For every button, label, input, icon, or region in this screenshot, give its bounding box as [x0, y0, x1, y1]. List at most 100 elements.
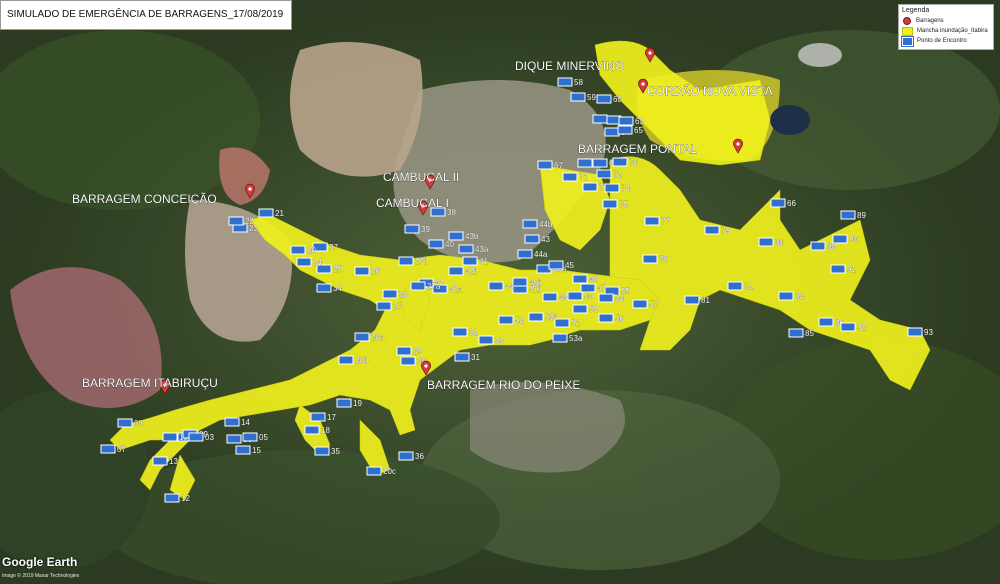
- meeting-point-icon[interactable]: [162, 432, 178, 442]
- meeting-point-marker[interactable]: 03: [188, 432, 215, 442]
- meeting-point-icon[interactable]: [537, 160, 553, 170]
- meeting-point-marker[interactable]: 67: [537, 160, 564, 170]
- meeting-point-icon[interactable]: [592, 114, 608, 124]
- meeting-point-marker[interactable]: 22: [228, 216, 255, 226]
- meeting-point-marker[interactable]: 14: [224, 417, 251, 427]
- meeting-point-icon[interactable]: [562, 172, 578, 182]
- meeting-point-marker[interactable]: 70: [612, 157, 639, 167]
- meeting-point-icon[interactable]: [448, 231, 464, 241]
- meeting-point-marker[interactable]: 79: [704, 225, 731, 235]
- meeting-point-marker[interactable]: 28: [382, 289, 409, 299]
- meeting-point-marker[interactable]: 35: [314, 446, 341, 456]
- meeting-point-icon[interactable]: [498, 315, 514, 325]
- meeting-point-icon[interactable]: [778, 291, 794, 301]
- meeting-point-icon[interactable]: [542, 292, 558, 302]
- meeting-point-marker[interactable]: 08: [117, 418, 144, 428]
- meeting-point-marker[interactable]: 54: [598, 293, 625, 303]
- meeting-point-icon[interactable]: [612, 157, 628, 167]
- meeting-point-icon[interactable]: [832, 234, 848, 244]
- meeting-point-icon[interactable]: [598, 313, 614, 323]
- meeting-point-icon[interactable]: [727, 281, 743, 291]
- meeting-point-marker[interactable]: 18: [304, 425, 331, 435]
- meeting-point-marker[interactable]: 43: [524, 234, 551, 244]
- meeting-point-icon[interactable]: [226, 434, 242, 444]
- meeting-point-icon[interactable]: [522, 219, 538, 229]
- meeting-point-icon[interactable]: [316, 283, 332, 293]
- meeting-point-marker[interactable]: 45: [548, 260, 575, 270]
- meeting-point-marker[interactable]: 92: [840, 322, 867, 332]
- meeting-point-marker[interactable]: 34: [316, 283, 343, 293]
- meeting-point-marker[interactable]: 40: [428, 239, 455, 249]
- meeting-point-marker[interactable]: 93: [907, 327, 934, 337]
- meeting-point-icon[interactable]: [758, 237, 774, 247]
- meeting-point-icon[interactable]: [907, 327, 923, 337]
- meeting-point-icon[interactable]: [452, 327, 468, 337]
- meeting-point-icon[interactable]: [376, 301, 392, 311]
- meeting-point-icon[interactable]: [572, 304, 588, 314]
- meeting-point-icon[interactable]: [618, 116, 634, 126]
- meeting-point-marker[interactable]: 57: [632, 299, 659, 309]
- meeting-point-marker[interactable]: 27: [376, 301, 403, 311]
- meeting-point-icon[interactable]: [396, 346, 412, 356]
- meeting-point-marker[interactable]: 15: [235, 445, 262, 455]
- meeting-point-marker[interactable]: 75: [602, 199, 629, 209]
- meeting-point-marker[interactable]: 47: [580, 283, 607, 293]
- meeting-point-icon[interactable]: [598, 293, 614, 303]
- meeting-point-icon[interactable]: [228, 216, 244, 226]
- meeting-point-icon[interactable]: [462, 256, 478, 266]
- meeting-point-icon[interactable]: [152, 456, 168, 466]
- meeting-point-marker[interactable]: 20: [290, 245, 317, 255]
- meeting-point-icon[interactable]: [592, 158, 608, 168]
- meeting-point-icon[interactable]: [310, 412, 326, 422]
- meeting-point-marker[interactable]: 33: [478, 335, 505, 345]
- meeting-point-icon[interactable]: [398, 451, 414, 461]
- meeting-point-icon[interactable]: [290, 245, 306, 255]
- meeting-point-icon[interactable]: [454, 352, 470, 362]
- meeting-point-icon[interactable]: [398, 256, 414, 266]
- meeting-point-marker[interactable]: 20c: [366, 466, 396, 476]
- meeting-point-icon[interactable]: [296, 257, 312, 267]
- meeting-point-marker[interactable]: 80: [758, 237, 785, 247]
- meeting-point-marker[interactable]: 31: [454, 352, 481, 362]
- meeting-point-icon[interactable]: [604, 127, 620, 137]
- meeting-point-icon[interactable]: [512, 277, 528, 287]
- meeting-point-icon[interactable]: [570, 92, 586, 102]
- meeting-point-marker[interactable]: 49: [542, 292, 569, 302]
- meeting-point-marker[interactable]: 71: [562, 172, 589, 182]
- meeting-point-icon[interactable]: [400, 356, 416, 366]
- meeting-point-marker[interactable]: 82: [727, 281, 754, 291]
- meeting-point-icon[interactable]: [164, 493, 180, 503]
- meeting-point-icon[interactable]: [488, 281, 504, 291]
- meeting-point-marker[interactable]: 66: [770, 198, 797, 208]
- meeting-point-marker[interactable]: 85: [788, 328, 815, 338]
- meeting-point-icon[interactable]: [100, 444, 116, 454]
- meeting-point-icon[interactable]: [117, 418, 133, 428]
- meeting-point-marker[interactable]: 52: [498, 315, 525, 325]
- meeting-point-marker[interactable]: 51: [554, 318, 581, 328]
- meeting-point-icon[interactable]: [810, 241, 826, 251]
- meeting-point-marker[interactable]: 74: [604, 183, 631, 193]
- meeting-point-icon[interactable]: [788, 328, 804, 338]
- meeting-point-icon[interactable]: [242, 432, 258, 442]
- meeting-point-icon[interactable]: [552, 333, 568, 343]
- meeting-point-icon[interactable]: [548, 260, 564, 270]
- meeting-point-marker[interactable]: 41: [462, 256, 489, 266]
- meeting-point-icon[interactable]: [524, 234, 540, 244]
- meeting-point-icon[interactable]: [567, 291, 583, 301]
- meeting-point-icon[interactable]: [582, 182, 598, 192]
- meeting-point-icon[interactable]: [830, 264, 846, 274]
- meeting-point-icon[interactable]: [818, 317, 834, 327]
- meeting-point-icon[interactable]: [580, 283, 596, 293]
- meeting-point-icon[interactable]: [517, 249, 533, 259]
- meeting-point-icon[interactable]: [604, 183, 620, 193]
- meeting-point-icon[interactable]: [458, 244, 474, 254]
- meeting-point-icon[interactable]: [336, 398, 352, 408]
- meeting-point-icon[interactable]: [596, 169, 612, 179]
- meeting-point-marker[interactable]: 19: [336, 398, 363, 408]
- meeting-point-icon[interactable]: [557, 77, 573, 87]
- meeting-point-icon[interactable]: [258, 208, 274, 218]
- meeting-point-icon[interactable]: [314, 446, 330, 456]
- meeting-point-marker[interactable]: 59: [570, 92, 597, 102]
- meeting-point-icon[interactable]: [338, 355, 354, 365]
- meeting-point-icon[interactable]: [554, 318, 570, 328]
